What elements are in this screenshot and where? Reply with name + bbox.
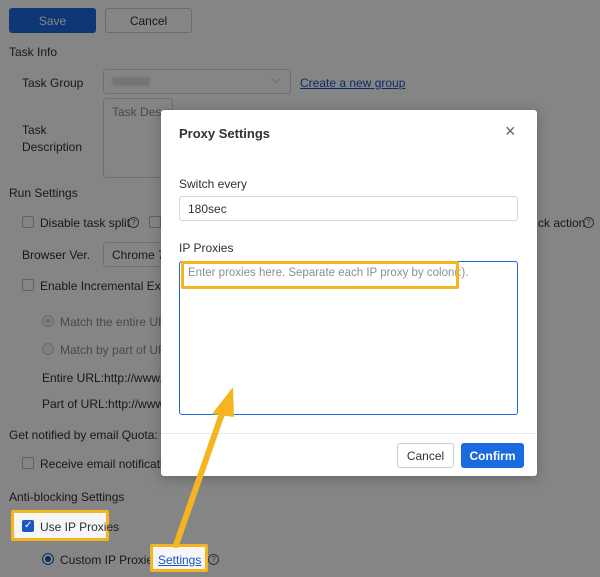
annotation-arrow-head bbox=[212, 387, 234, 417]
annotation-arrow bbox=[173, 387, 234, 548]
annotation-arrow-shaft bbox=[173, 405, 227, 548]
